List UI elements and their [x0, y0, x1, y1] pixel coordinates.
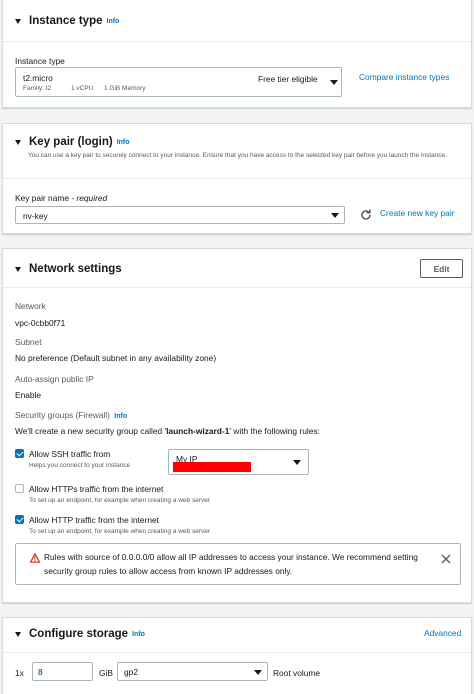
network-label: Network [15, 301, 46, 311]
warning-icon [29, 553, 41, 563]
required-marker: - required [69, 193, 108, 203]
instance-memory: 1 GiB Memory [104, 85, 146, 92]
instance-type-select[interactable]: t2.micro Family: t2 1 vCPU 1 GiB Memory … [15, 67, 342, 97]
network-settings-panel: Network settings Edit Network vpc-0cbb0f… [2, 248, 472, 603]
configure-storage-header[interactable]: Configure storage Info [15, 628, 145, 640]
volume-multiplier: 1x [15, 668, 24, 678]
volume-type-select[interactable]: gp2 [117, 662, 268, 681]
security-groups-text: Security groups (Firewall) [15, 410, 110, 420]
security-groups-label: Security groups (Firewall) Info [15, 410, 127, 420]
public-ip-label: Auto-assign public IP [15, 374, 94, 384]
ssh-rule-label[interactable]: Allow SSH traffic from [29, 449, 110, 459]
info-link[interactable]: Info [114, 413, 127, 420]
warning-alert: Rules with source of 0.0.0.0/0 allow all… [15, 543, 461, 585]
key-pair-field-label: Key pair name - required [15, 193, 107, 203]
section-title: Configure storage [29, 628, 129, 640]
divider [3, 287, 471, 288]
ssh-rule-sub: Helps you connect to your instance [29, 462, 131, 469]
redacted-text: 5( [199, 462, 205, 469]
instance-type-value: t2.micro [23, 73, 53, 83]
refresh-icon[interactable] [359, 208, 373, 222]
instance-type-panel: Instance type Info Instance type t2.micr… [2, 0, 472, 108]
dropdown-arrow-icon [254, 670, 262, 675]
instance-family: Family: t2 [23, 85, 52, 92]
https-checkbox[interactable] [15, 484, 24, 493]
key-pair-value: nv-key [23, 211, 48, 221]
volume-type-value: gp2 [124, 667, 138, 677]
root-volume-label: Root volume [273, 668, 321, 678]
dropdown-arrow-icon [293, 460, 301, 465]
collapse-caret-icon[interactable] [15, 18, 21, 24]
dropdown-arrow-icon [331, 213, 339, 218]
subnet-label: Subnet [15, 337, 42, 347]
subnet-value: No preference (Default subnet in any ava… [15, 353, 217, 363]
info-link[interactable]: Info [132, 631, 145, 638]
key-pair-name-text: Key pair name [15, 193, 69, 203]
key-pair-description: You can use a key pair to securely conne… [28, 152, 447, 159]
key-pair-select[interactable]: nv-key [15, 206, 345, 224]
key-pair-panel: Key pair (login) Info You can use a key … [2, 123, 472, 234]
warning-text: Rules with source of 0.0.0.0/0 allow all… [44, 552, 418, 576]
section-title: Instance type [29, 15, 103, 27]
advanced-link[interactable]: Advanced [424, 628, 461, 638]
collapse-caret-icon[interactable] [15, 631, 21, 637]
create-key-pair-link[interactable]: Create new key pair [380, 208, 454, 218]
edit-button[interactable]: Edit [420, 259, 463, 278]
sg-text-pre: We'll create a new security group called… [15, 426, 167, 436]
http-rule-sub: To set up an endpoint, for example when … [29, 528, 211, 535]
network-value: vpc-0cbb0f71 [15, 318, 66, 328]
info-link[interactable]: Info [107, 18, 120, 25]
http-rule-label[interactable]: Allow HTTP traffic from the internet [29, 515, 159, 525]
compare-instance-types-link[interactable]: Compare instance types [359, 72, 449, 82]
redacted-ip: 5( [173, 462, 251, 472]
collapse-caret-icon[interactable] [15, 139, 21, 145]
storage-size-input[interactable]: 8 [32, 662, 93, 681]
http-checkbox[interactable] [15, 515, 24, 524]
instance-type-field-label: Instance type [15, 56, 65, 66]
public-ip-value: Enable [15, 390, 42, 400]
collapse-caret-icon[interactable] [15, 266, 21, 272]
divider [3, 178, 471, 179]
storage-unit: GiB [99, 668, 113, 678]
sg-name: launch-wizard-1 [166, 426, 230, 436]
dropdown-arrow-icon [330, 80, 338, 85]
https-rule-sub: To set up an endpoint, for example when … [29, 497, 211, 504]
ssh-checkbox[interactable] [15, 449, 24, 458]
https-rule-label[interactable]: Allow HTTPs traffic from the internet [29, 484, 163, 494]
section-title: Key pair (login) [29, 136, 113, 148]
configure-storage-panel: Configure storage Info Advanced 1x 8 GiB… [2, 617, 472, 694]
instance-type-header[interactable]: Instance type Info [15, 15, 119, 27]
section-title: Network settings [29, 263, 122, 275]
security-group-description: We'll create a new security group called… [15, 426, 320, 436]
free-tier-label: Free tier eligible [258, 74, 318, 84]
ssh-source-select[interactable]: My IP 5( [168, 449, 309, 475]
close-icon[interactable] [441, 554, 451, 564]
network-settings-header[interactable]: Network settings [15, 263, 122, 275]
instance-vcpu: 1 vCPU [71, 85, 94, 92]
info-link[interactable]: Info [117, 139, 130, 146]
sg-text-post: ' with the following rules: [229, 426, 320, 436]
divider [3, 652, 471, 653]
key-pair-header[interactable]: Key pair (login) Info [15, 136, 130, 148]
divider [3, 41, 471, 42]
